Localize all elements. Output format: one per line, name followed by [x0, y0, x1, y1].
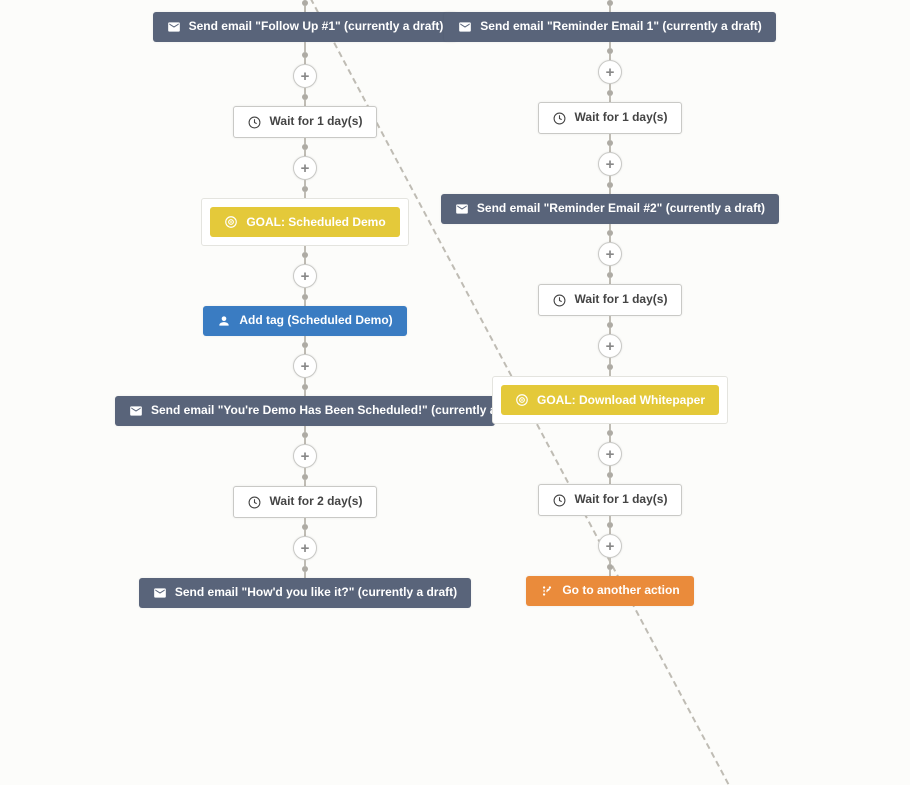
clock-icon	[553, 111, 567, 125]
goal-node-label: GOAL: Scheduled Demo	[246, 215, 385, 229]
email-node-reminder-1[interactable]: Send email "Reminder Email 1" (currently…	[444, 12, 775, 42]
add-step-button[interactable]: +	[598, 442, 622, 466]
email-node-label: Send email "Reminder Email #2" (currentl…	[477, 202, 765, 215]
add-step-button[interactable]: +	[293, 354, 317, 378]
wait-node-label: Wait for 1 day(s)	[270, 115, 363, 128]
connector-line	[304, 42, 306, 52]
mail-icon	[458, 20, 472, 34]
wait-node-label: Wait for 2 day(s)	[270, 495, 363, 508]
add-step-button[interactable]: +	[598, 334, 622, 358]
add-step-button[interactable]: +	[598, 534, 622, 558]
target-icon	[224, 215, 238, 229]
add-step-button[interactable]: +	[598, 242, 622, 266]
add-step-button[interactable]: +	[293, 444, 317, 468]
mail-icon	[455, 202, 469, 216]
wait-node-label: Wait for 1 day(s)	[575, 493, 668, 506]
wait-node-2days[interactable]: Wait for 2 day(s)	[233, 486, 378, 518]
workflow-branch-right: Send email "Reminder Email 1" (currently…	[410, 0, 810, 606]
add-step-button[interactable]: +	[293, 156, 317, 180]
goal-node-scheduled-demo[interactable]: GOAL: Scheduled Demo	[201, 198, 408, 246]
email-node-label: Send email "Follow Up #1" (currently a d…	[189, 20, 444, 33]
email-node-reminder-2[interactable]: Send email "Reminder Email #2" (currentl…	[441, 194, 779, 224]
add-step-button[interactable]: +	[598, 60, 622, 84]
mail-icon	[153, 586, 167, 600]
wait-node-1day-a[interactable]: Wait for 1 day(s)	[233, 106, 378, 138]
goto-node-label: Go to another action	[562, 584, 679, 597]
goal-node-download-whitepaper[interactable]: GOAL: Download Whitepaper	[492, 376, 728, 424]
mail-icon	[167, 20, 181, 34]
goal-node-label: GOAL: Download Whitepaper	[537, 393, 705, 407]
wait-node-1day-r1[interactable]: Wait for 1 day(s)	[538, 102, 683, 134]
wait-node-label: Wait for 1 day(s)	[575, 111, 668, 124]
add-step-button[interactable]: +	[293, 536, 317, 560]
clock-icon	[248, 115, 262, 129]
email-node-label: Send email "Reminder Email 1" (currently…	[480, 20, 761, 33]
add-step-button[interactable]: +	[293, 264, 317, 288]
wait-node-label: Wait for 1 day(s)	[575, 293, 668, 306]
mail-icon	[129, 404, 143, 418]
tag-node-label: Add tag (Scheduled Demo)	[239, 314, 392, 327]
target-icon	[515, 393, 529, 407]
tag-node-scheduled-demo[interactable]: Add tag (Scheduled Demo)	[203, 306, 406, 336]
add-step-button[interactable]: +	[293, 64, 317, 88]
branch-icon	[540, 584, 554, 598]
clock-icon	[248, 495, 262, 509]
wait-node-1day-r2[interactable]: Wait for 1 day(s)	[538, 284, 683, 316]
person-icon	[217, 314, 231, 328]
clock-icon	[553, 293, 567, 307]
add-step-button[interactable]: +	[598, 152, 622, 176]
wait-node-1day-r3[interactable]: Wait for 1 day(s)	[538, 484, 683, 516]
clock-icon	[553, 493, 567, 507]
goto-node[interactable]: Go to another action	[526, 576, 693, 606]
